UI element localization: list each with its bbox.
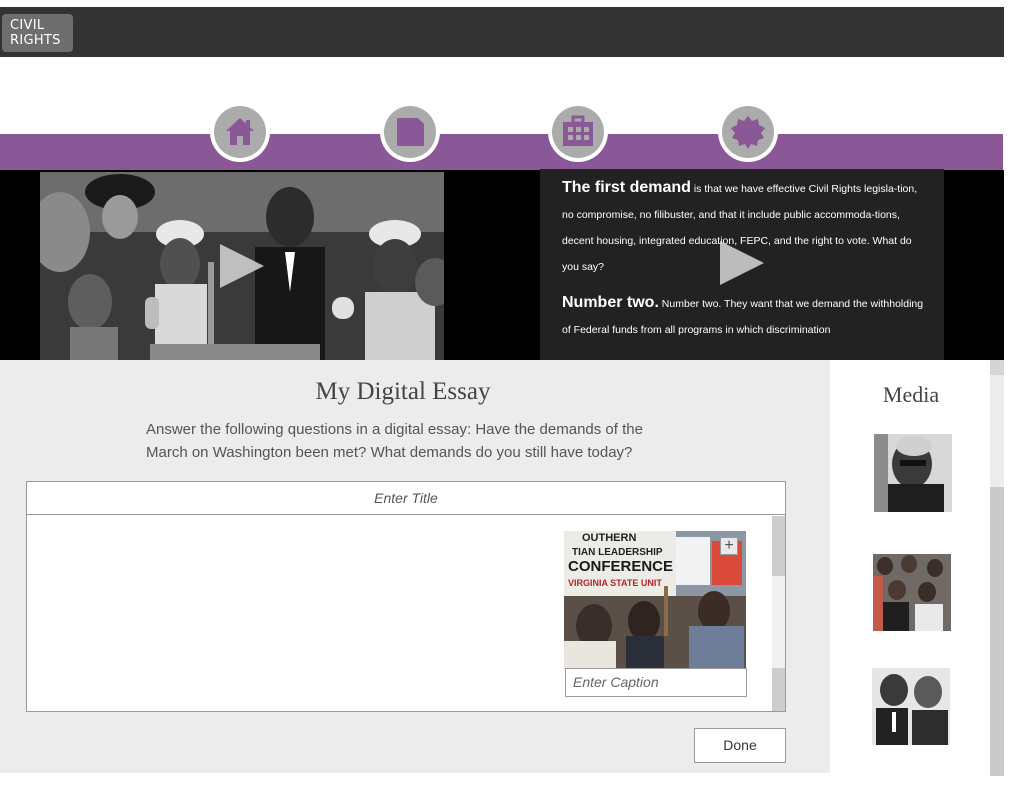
media-thumb-2-image: [873, 554, 951, 631]
media-thumb-3[interactable]: [872, 668, 950, 745]
media-thumb-3-image: [872, 668, 950, 745]
play-icon[interactable]: [220, 244, 264, 288]
sign-line-3: CONFERENCE: [568, 558, 673, 575]
media-thumb-2[interactable]: [873, 554, 951, 631]
transcript-paragraph-2: Number two. Number two. They want that w…: [540, 280, 944, 343]
home-button[interactable]: [210, 102, 270, 162]
badge-button[interactable]: [718, 102, 778, 162]
transcript-play-icon[interactable]: [720, 241, 764, 285]
sign-line-1: OUTHERN: [582, 532, 636, 544]
sclc-march-photo: OUTHERN TIAN LEADERSHIP CONFERENCE VIRGI…: [564, 531, 746, 669]
transcript-panel: The first demand is that we have effecti…: [540, 169, 944, 360]
editor-scroll-thumb-lower[interactable]: [772, 668, 785, 711]
page-scroll-thumb[interactable]: [990, 487, 1004, 776]
media-thumb-1[interactable]: [874, 434, 952, 512]
embedded-image[interactable]: OUTHERN TIAN LEADERSHIP CONFERENCE VIRGI…: [564, 531, 746, 669]
civil-rights-logo[interactable]: CIVIL RIGHTS: [2, 14, 73, 52]
briefcase-button[interactable]: [548, 102, 608, 162]
media-thumb-1-image: [874, 434, 952, 512]
essay-heading: My Digital Essay: [315, 378, 491, 405]
media-heading: Media: [882, 382, 940, 407]
sign-line-4: VIRGINIA STATE UNIT: [568, 578, 662, 588]
done-button[interactable]: Done: [694, 728, 786, 763]
nav-band: [0, 134, 1003, 170]
page-scroll-up[interactable]: [990, 360, 1004, 375]
essay-title-input[interactable]: Enter Title: [26, 481, 786, 515]
logo-line-2: RIGHTS: [10, 33, 61, 48]
sign-line-2: TIAN LEADERSHIP: [572, 547, 663, 558]
document-icon: [397, 118, 424, 146]
top-bar: CIVIL RIGHTS: [0, 7, 1004, 57]
editor-scroll-thumb[interactable]: [772, 516, 785, 576]
document-button[interactable]: [380, 102, 440, 162]
briefcase-icon: [563, 115, 593, 146]
transcript-heading-2: Number two.: [562, 294, 659, 311]
home-icon: [226, 118, 254, 145]
video-player-photo[interactable]: [40, 172, 444, 360]
badge-icon: [731, 116, 765, 149]
expand-image-button[interactable]: +: [720, 537, 738, 555]
plus-icon: +: [724, 537, 734, 554]
caption-input[interactable]: Enter Caption: [565, 668, 747, 697]
transcript-heading-1: The first demand: [562, 179, 691, 196]
logo-line-1: CIVIL: [10, 18, 45, 33]
essay-prompt: Answer the following questions in a digi…: [146, 421, 643, 461]
